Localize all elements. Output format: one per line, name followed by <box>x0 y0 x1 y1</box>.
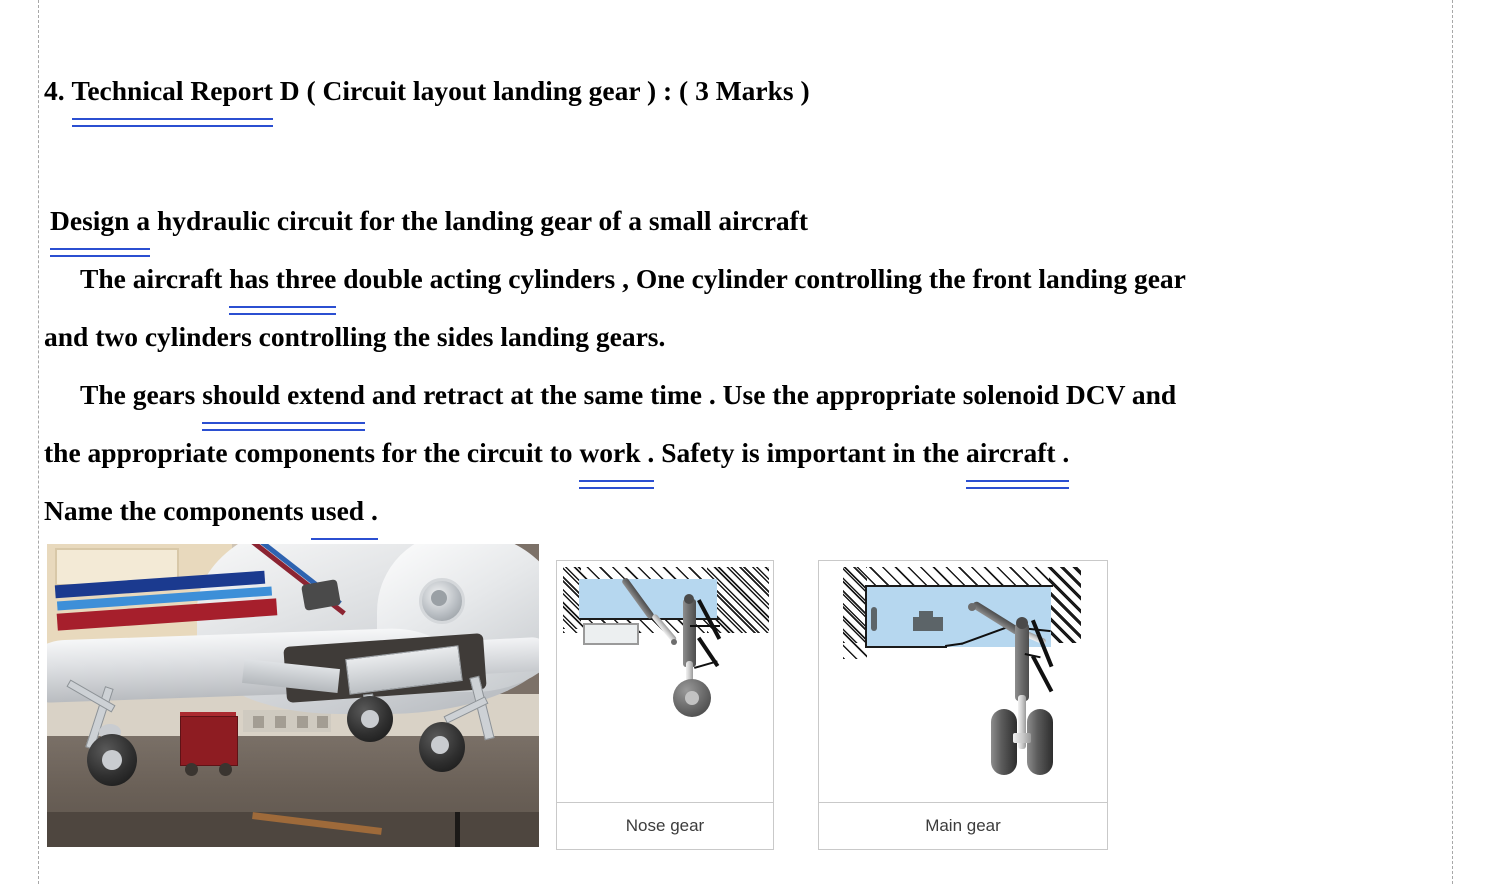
main-gear-bay-floor-line <box>865 646 947 648</box>
photo-locker-2 <box>275 716 286 728</box>
main-gear-figure: Main gear <box>818 560 1108 850</box>
main-gear-wheel-right <box>1027 709 1053 775</box>
main-gear-label: Main gear <box>819 802 1107 849</box>
nose-gear-label: Nose gear <box>557 802 773 849</box>
main-gear-bay-block <box>913 617 943 631</box>
photo-left-gear-hubcap <box>102 750 122 770</box>
photo-cowl-center <box>431 590 447 606</box>
photo-toolcart-wheel-2 <box>219 763 232 776</box>
main-gear-axle <box>1013 733 1031 743</box>
nose-gear-strut-cylinder <box>683 599 696 667</box>
photo-right-gear-hub <box>431 736 449 754</box>
nose-gear-canvas <box>557 561 773 803</box>
main-gear-bay-top-line <box>865 585 1053 587</box>
nose-gear-strut-top-pivot <box>684 594 694 604</box>
aircraft-photo <box>47 544 539 847</box>
photo-locker-3 <box>297 716 308 728</box>
main-gear-strut-top-pivot <box>1016 617 1028 629</box>
nose-gear-torque-link <box>690 625 720 627</box>
main-gear-actuator-pivot <box>968 603 976 611</box>
main-gear-bay-left-line <box>865 587 867 647</box>
photo-nose-gear-hub <box>361 710 379 728</box>
photo-toolcart-wheel-1 <box>185 763 198 776</box>
main-gear-bay-block-top <box>919 611 933 619</box>
photo-floor-stand <box>455 812 460 847</box>
main-gear-bay-fitting <box>871 607 877 631</box>
main-gear-strut-cylinder <box>1015 623 1029 701</box>
nose-gear-wheel-hub <box>685 691 699 705</box>
photo-locker-4 <box>317 716 328 728</box>
main-gear-hatch-left <box>843 567 867 659</box>
nose-gear-figure: Nose gear <box>556 560 774 850</box>
photo-locker-1 <box>253 716 264 728</box>
photo-toolcart <box>180 716 238 766</box>
nose-gear-bay-door <box>583 623 639 645</box>
main-gear-canvas <box>819 561 1107 803</box>
figure-group: Nose gear Main gear <box>0 0 1486 884</box>
main-gear-hatch-right <box>1049 567 1081 643</box>
nose-gear-actuator-pivot <box>671 639 677 645</box>
